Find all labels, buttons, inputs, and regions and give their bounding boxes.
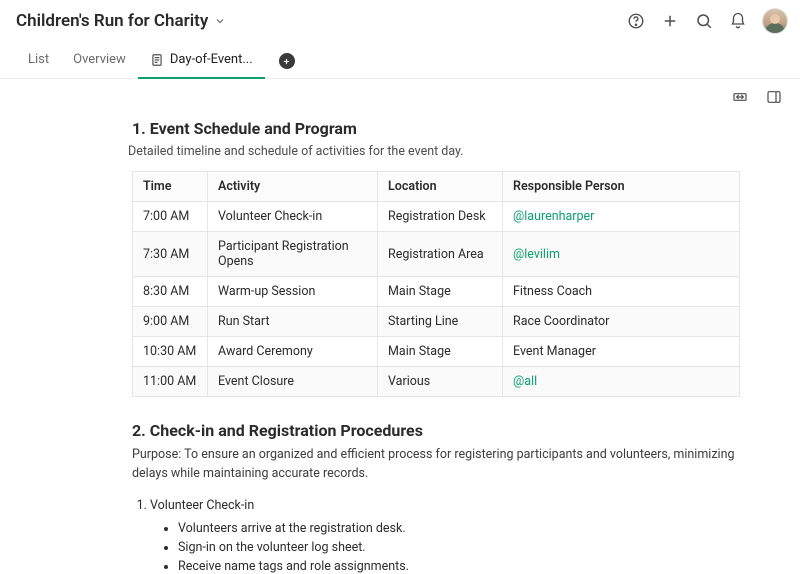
procedure-step-1: Volunteer Check-in Volunteers arrive at … [150,498,740,574]
procedure-list: Volunteer Check-in Volunteers arrive at … [132,498,740,574]
panel-right-icon[interactable] [764,87,784,107]
table-row: 7:00 AMVolunteer Check-inRegistration De… [133,202,740,232]
workspace-title-text: Children's Run for Charity [16,11,208,31]
mention[interactable]: @laurenharper [513,209,594,224]
tab-label: Overview [73,52,126,67]
tab-label: Day-of-Event... [170,52,253,67]
tab-bar: List Overview Day-of-Event... [0,38,800,79]
cell-person: @levilim [503,232,740,277]
top-bar: Children's Run for Charity [0,0,800,38]
plus-icon[interactable] [660,11,680,31]
cell-time: 7:30 AM [133,232,208,277]
cell-location: Main Stage [378,277,503,307]
cell-time: 8:30 AM [133,277,208,307]
cell-activity: Run Start [208,307,378,337]
col-location: Location [378,172,503,202]
document-icon [150,53,164,67]
procedure-bullets: Volunteers arrive at the registration de… [150,521,740,574]
mention[interactable]: @all [513,374,537,389]
fit-width-icon[interactable] [730,87,750,107]
cell-activity: Warm-up Session [208,277,378,307]
col-time: Time [133,172,208,202]
cell-activity: Volunteer Check-in [208,202,378,232]
cell-time: 7:00 AM [133,202,208,232]
col-activity: Activity [208,172,378,202]
section-2-title: 2. Check-in and Registration Procedures [132,421,740,440]
bullet-item: Sign-in on the volunteer log sheet. [178,540,740,555]
cell-person: @laurenharper [503,202,740,232]
tab-day-of-event[interactable]: Day-of-Event... [138,44,265,79]
tab-label: List [28,52,49,67]
cell-location: Registration Desk [378,202,503,232]
tab-overview[interactable]: Overview [61,44,138,79]
add-tab-button[interactable] [279,53,295,69]
chevron-down-icon [214,12,226,31]
tab-list[interactable]: List [16,44,61,79]
search-icon[interactable] [694,11,714,31]
workspace-title[interactable]: Children's Run for Charity [16,11,226,31]
cell-person: Race Coordinator [503,307,740,337]
table-row: 7:30 AMParticipant Registration OpensReg… [133,232,740,277]
bell-icon[interactable] [728,11,748,31]
cell-person: Fitness Coach [503,277,740,307]
table-row: 9:00 AMRun StartStarting LineRace Coordi… [133,307,740,337]
document-content: 1. Event Schedule and Program Detailed t… [0,107,800,574]
cell-location: Registration Area [378,232,503,277]
cell-person: @all [503,367,740,397]
section-2-desc: Purpose: To ensure an organized and effi… [132,446,740,484]
cell-activity: Event Closure [208,367,378,397]
bullet-item: Receive name tags and role assignments. [178,559,740,574]
top-actions [626,8,788,34]
cell-time: 10:30 AM [133,337,208,367]
col-person: Responsible Person [503,172,740,202]
doc-toolbar [0,79,800,107]
avatar[interactable] [762,8,788,34]
bullet-item: Volunteers arrive at the registration de… [178,521,740,536]
cell-location: Main Stage [378,337,503,367]
mention[interactable]: @levilim [513,247,560,262]
schedule-table: Time Activity Location Responsible Perso… [132,171,740,397]
table-row: 11:00 AMEvent ClosureVarious @all [133,367,740,397]
cell-time: 11:00 AM [133,367,208,397]
cell-person: Event Manager [503,337,740,367]
cell-activity: Participant Registration Opens [208,232,378,277]
procedure-step-title: Volunteer Check-in [150,498,254,513]
table-row: 8:30 AMWarm-up SessionMain StageFitness … [133,277,740,307]
table-header-row: Time Activity Location Responsible Perso… [133,172,740,202]
section-1-title: 1. Event Schedule and Program [132,119,740,138]
section-1-desc: Detailed timeline and schedule of activi… [128,144,740,159]
help-icon[interactable] [626,11,646,31]
cell-location: Various [378,367,503,397]
cell-time: 9:00 AM [133,307,208,337]
cell-activity: Award Ceremony [208,337,378,367]
cell-location: Starting Line [378,307,503,337]
table-row: 10:30 AMAward CeremonyMain StageEvent Ma… [133,337,740,367]
